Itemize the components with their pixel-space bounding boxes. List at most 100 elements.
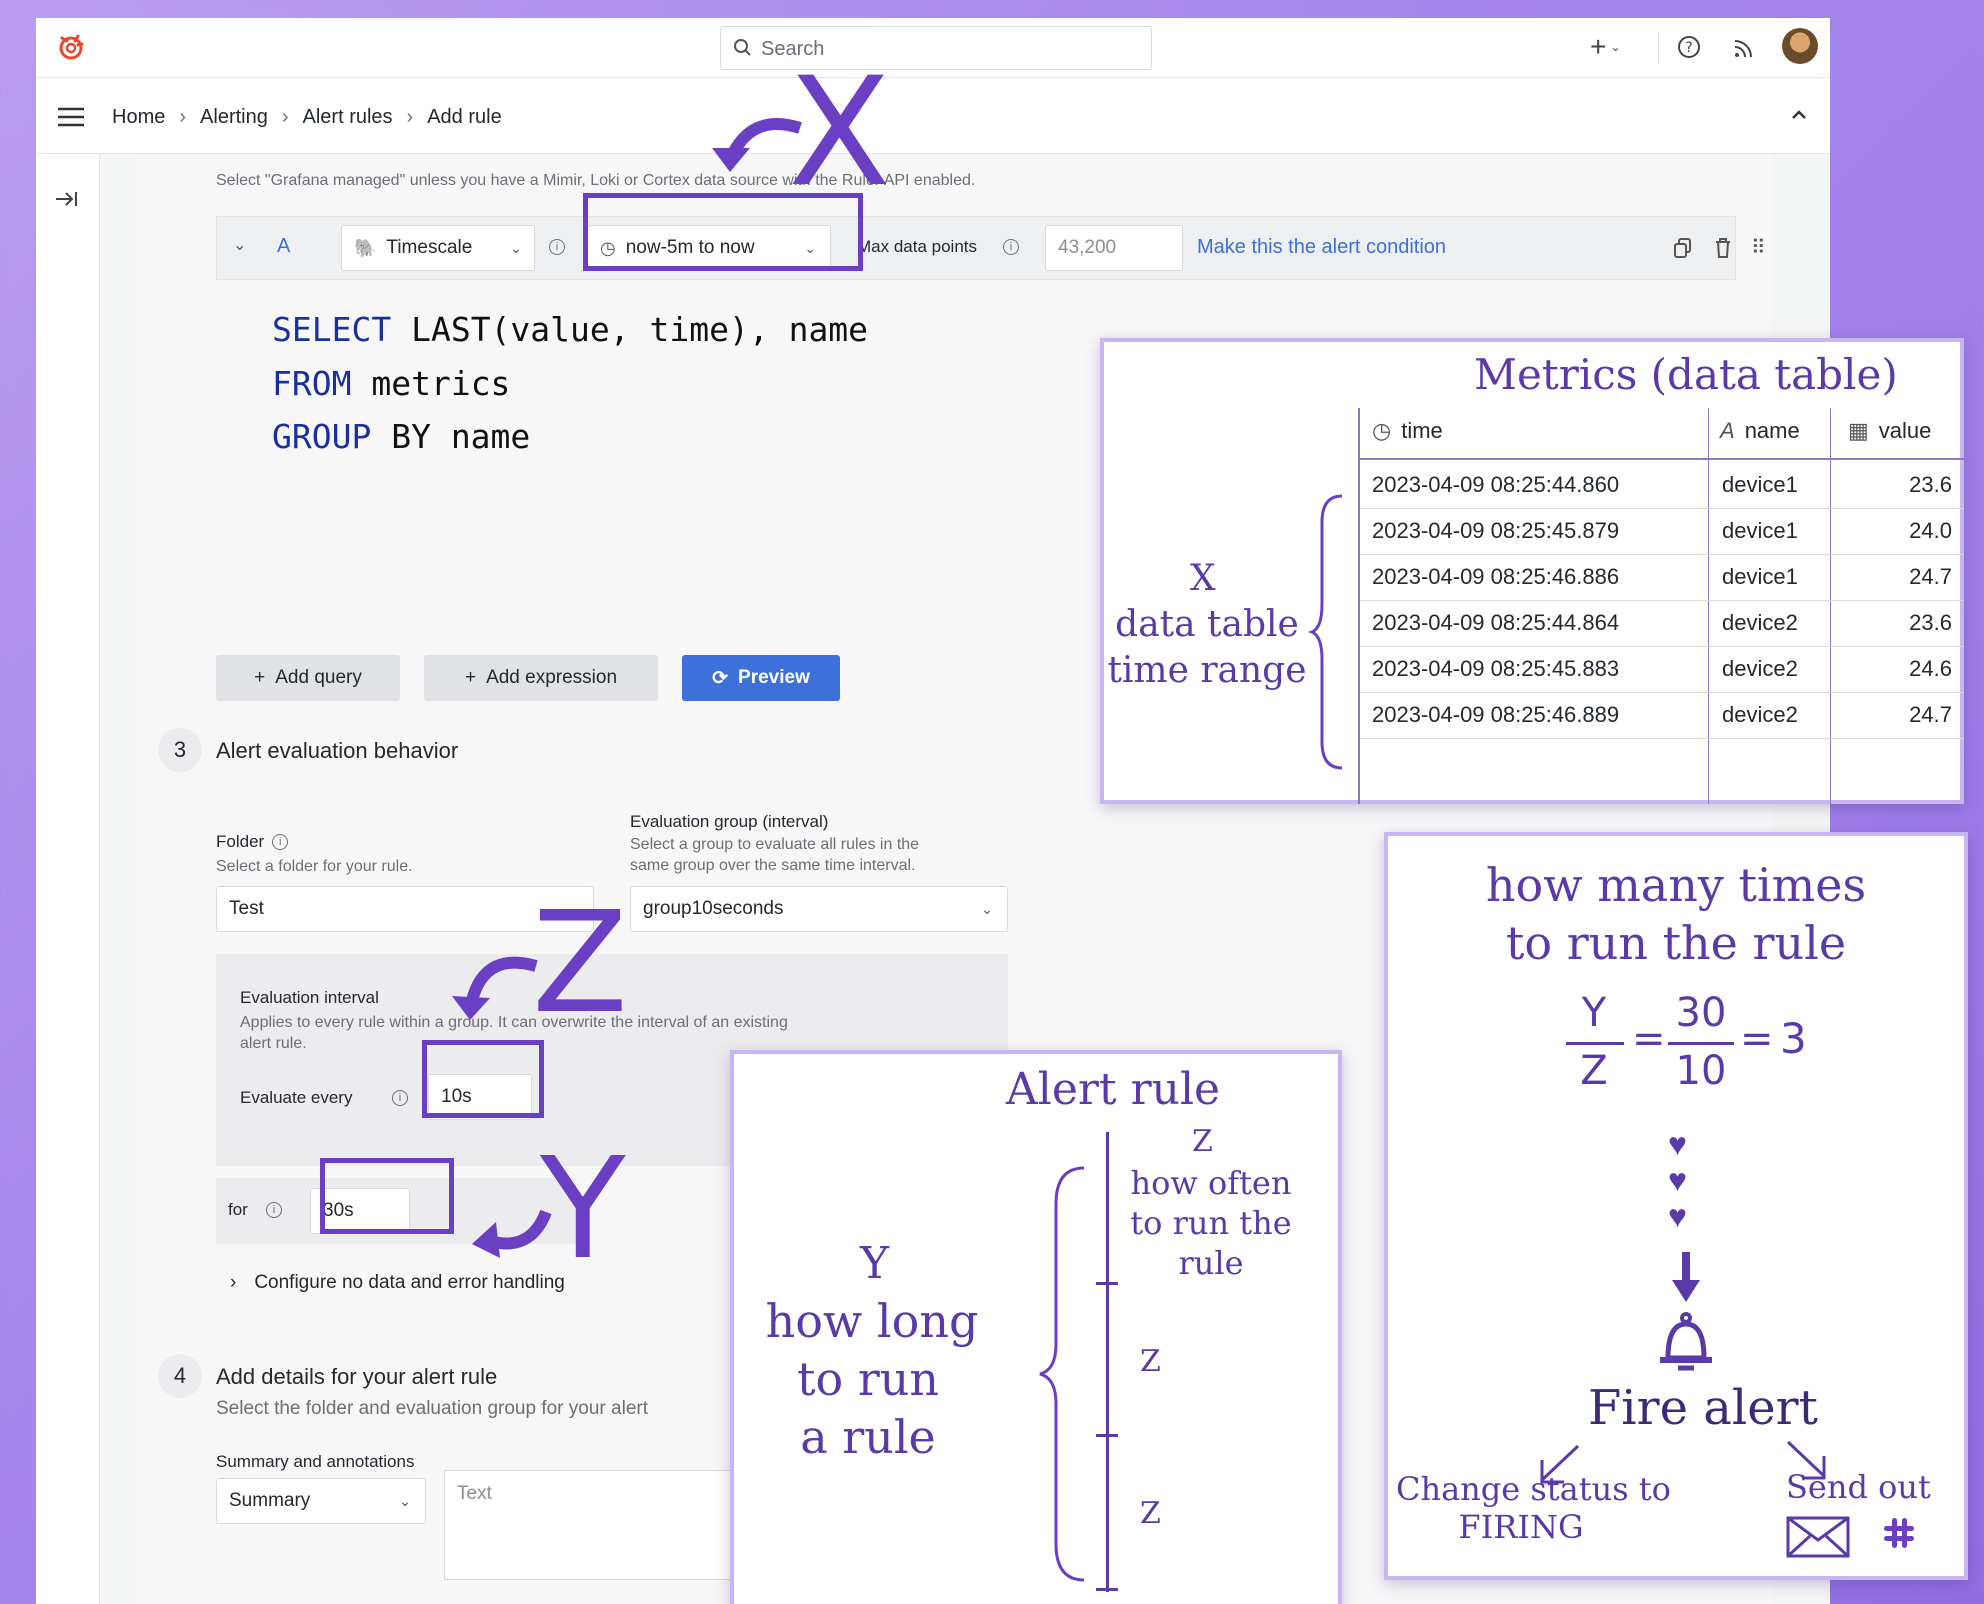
table-header-line	[1358, 458, 1964, 460]
info-icon[interactable]: i	[266, 1202, 282, 1218]
fraction-1-denominator: Z	[1580, 1048, 1608, 1094]
sql-line-1: SELECT LAST(value, time), name	[272, 310, 869, 349]
section-3-title: Alert evaluation behavior	[216, 738, 459, 763]
folder-help: Select a folder for your rule.	[216, 858, 413, 875]
menu-icon[interactable]	[56, 106, 86, 133]
info-icon[interactable]: i	[272, 834, 289, 850]
avatar[interactable]	[1782, 28, 1818, 64]
change-status-label-2: FIRING	[1458, 1508, 1584, 1546]
left-letter-y: Y	[860, 1238, 890, 1289]
evaluation-interval-help-2: alert rule.	[240, 1035, 307, 1052]
add-menu-button[interactable]: + ⌄	[1590, 30, 1636, 64]
broken-heart-icon: ♥	[1668, 1198, 1687, 1234]
section-4-help: Select the folder and evaluation group f…	[216, 1398, 648, 1419]
news-feed-icon[interactable]	[1732, 36, 1756, 65]
brace-letter-x: X	[1190, 558, 1216, 599]
breadcrumb-separator: ›	[281, 106, 289, 128]
fraction-1-bar	[1566, 1042, 1624, 1045]
add-expression-button[interactable]: + Add expression	[424, 655, 658, 701]
make-alert-condition-link[interactable]: Make this the alert condition	[1197, 236, 1446, 259]
fire-alert-label: Fire alert	[1588, 1380, 1818, 1436]
fraction-2-bar	[1668, 1042, 1734, 1045]
collapse-query-chevron-icon[interactable]: ⌄	[233, 235, 246, 255]
table-cell-name: device1	[1722, 518, 1798, 543]
mid-z: Z	[1140, 1344, 1161, 1379]
table-cell-name: device2	[1722, 702, 1798, 727]
table-cell-value: 24.0	[1909, 518, 1952, 543]
table-cell-time: 2023-04-09 08:25:45.879	[1372, 518, 1620, 543]
table-row-divider	[1360, 600, 1964, 601]
table-cell-time: 2023-04-09 08:25:46.889	[1372, 702, 1620, 727]
column-header-value[interactable]: ▦ value	[1848, 418, 1931, 444]
table-row-divider	[1360, 646, 1964, 647]
max-data-points-input[interactable]: 43,200	[1045, 225, 1183, 271]
preview-button[interactable]: ⟳ Preview	[682, 655, 840, 701]
duplicate-query-icon[interactable]	[1673, 237, 1693, 264]
group-help-2: same group over the same time interval.	[630, 857, 916, 874]
chevron-down-icon: ⌄	[981, 900, 993, 917]
breadcrumb-bar: Home › Alerting › Alert rules › Add rule	[36, 78, 1830, 154]
breadcrumb-alert-rules[interactable]: Alert rules	[303, 106, 393, 129]
group-help-1: Select a group to evaluate all rules in …	[630, 836, 920, 853]
number-type-icon: ▦	[1848, 418, 1869, 443]
column-header-name[interactable]: Aname	[1720, 418, 1800, 444]
alert-rule-card-title: Alert rule	[1006, 1064, 1221, 1115]
table-vline-2	[1708, 408, 1709, 804]
annotation-text-input[interactable]: Text	[444, 1470, 774, 1580]
top-bar: Search + ⌄ ?	[36, 18, 1830, 78]
top-label-2: to run the	[1130, 1204, 1292, 1242]
info-icon[interactable]: i	[392, 1090, 408, 1106]
table-cell-value: 24.6	[1909, 656, 1952, 681]
evaluate-every-highlight	[422, 1040, 544, 1118]
annotation-type-select[interactable]: Summary ⌄	[216, 1478, 426, 1524]
breadcrumb-home[interactable]: Home	[112, 106, 165, 129]
no-data-toggle[interactable]: › Configure no data and error handling	[230, 1272, 565, 1294]
step-3-badge: 3	[158, 728, 202, 772]
group-label: Evaluation group (interval)	[630, 812, 829, 831]
clock-icon: ◷	[1372, 418, 1392, 443]
collapse-chevron-up-icon[interactable]	[1788, 104, 1810, 131]
annotation-y: Y	[540, 1128, 626, 1291]
info-icon[interactable]: i	[549, 239, 565, 255]
delete-query-trash-icon[interactable]	[1713, 237, 1733, 264]
plus-icon: +	[1590, 31, 1607, 62]
slack-icon	[1884, 1518, 1914, 1548]
info-icon[interactable]: i	[1003, 239, 1019, 255]
change-status-label-1: Change status to	[1396, 1470, 1671, 1508]
column-header-time[interactable]: ◷ time	[1372, 418, 1443, 444]
metrics-card-title: Metrics (data table)	[1474, 350, 1898, 399]
drag-handle-icon[interactable]: ⠿	[1751, 235, 1766, 260]
chevron-down-icon: ⌄	[1610, 40, 1621, 54]
table-cell-name: device2	[1722, 656, 1798, 681]
timeline-tick	[1096, 1282, 1118, 1285]
max-data-points-value: 43,200	[1058, 237, 1117, 258]
bottom-z: Z	[1140, 1496, 1161, 1531]
summary-annotations-label: Summary and annotations	[216, 1452, 415, 1471]
left-label-1: how long	[765, 1294, 979, 1348]
brace-icon	[1039, 1166, 1085, 1582]
evaluation-group-select[interactable]: group10seconds ⌄	[630, 886, 1008, 932]
dock-menu-icon[interactable]	[54, 190, 80, 213]
datasource-select[interactable]: 🐘 Timescale ⌄	[341, 225, 535, 271]
folder-label: Folder i	[216, 832, 289, 852]
table-vline-3	[1830, 408, 1831, 804]
help-icon[interactable]: ?	[1676, 34, 1702, 65]
breadcrumb-add-rule: Add rule	[427, 106, 502, 128]
grafana-logo-icon[interactable]	[54, 30, 88, 64]
add-query-button[interactable]: + Add query	[216, 655, 400, 701]
search-input[interactable]: Search	[720, 26, 1152, 70]
evaluate-every-label: Evaluate every	[240, 1088, 353, 1107]
metrics-card: Metrics (data table) ◷ time Aname ▦ value …	[1100, 338, 1964, 804]
postgres-elephant-icon: 🐘	[354, 237, 377, 258]
table-cell-name: device1	[1722, 564, 1798, 589]
svg-text:?: ?	[1685, 40, 1692, 56]
fraction-2-denominator: 10	[1675, 1048, 1727, 1094]
brace-label-1: data table	[1115, 604, 1299, 645]
breadcrumb-alerting[interactable]: Alerting	[200, 106, 268, 129]
annotation-text-placeholder: Text	[457, 1483, 492, 1504]
evaluation-interval-label: Evaluation interval	[240, 988, 379, 1007]
equals-2: =	[1740, 1016, 1774, 1062]
divider	[1658, 32, 1659, 64]
fraction-1-numerator: Y	[1581, 990, 1607, 1036]
bell-icon	[1660, 1312, 1712, 1371]
